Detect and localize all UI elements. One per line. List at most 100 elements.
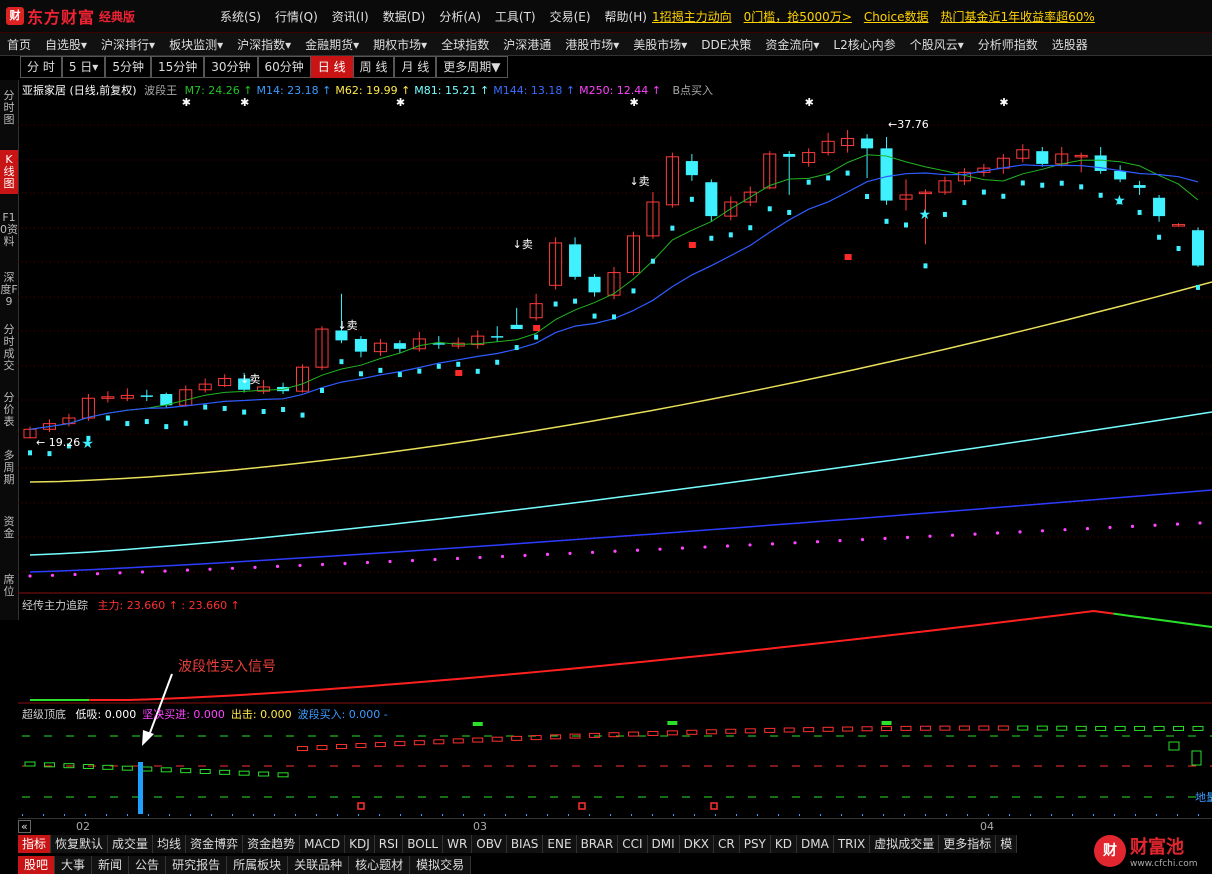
step-box	[803, 727, 815, 733]
indicator-tab-23[interactable]: 虚拟成交量	[870, 835, 940, 853]
signal-dot	[787, 209, 792, 215]
indicator-tab-12[interactable]: BIAS	[507, 835, 544, 853]
step-box	[141, 766, 153, 772]
high-price-label: ←37.76	[888, 118, 929, 131]
top-marker	[472, 722, 483, 726]
indicator-tab-2[interactable]: 成交量	[108, 835, 154, 853]
ma250-dot	[815, 540, 820, 544]
candle	[783, 154, 796, 157]
indicator-tab-24[interactable]: 更多指标	[939, 835, 997, 853]
indicator-tab-16[interactable]: DMI	[648, 835, 680, 853]
candle	[861, 138, 874, 149]
stock-title: 亚振家居 (日线,前复权)	[22, 84, 137, 97]
indicator-tab-1[interactable]: 恢复默认	[51, 835, 109, 853]
indicator-tab-0[interactable]: 指标	[18, 835, 52, 853]
chart-header: 亚振家居 (日线,前复权) 波段王 M7: 24.26 ↑ M14: 23.18 …	[22, 82, 717, 98]
step-box	[394, 741, 406, 747]
info-tab-1[interactable]: 大事	[55, 856, 93, 874]
ma250-dot	[1153, 523, 1157, 527]
signal-dot	[631, 288, 636, 294]
indicator-tab-13[interactable]: ENE	[543, 835, 577, 853]
indicator-tab-6[interactable]: MACD	[300, 835, 346, 853]
candle	[1133, 185, 1146, 188]
step-box	[1075, 725, 1087, 731]
bottom-marker	[357, 802, 365, 810]
info-tab-5[interactable]: 所属板块	[227, 856, 289, 874]
indicator-tab-20[interactable]: KD	[771, 835, 797, 853]
kline-chart[interactable]: ★★★✱ ✱ ✱ ✱ ✱ ✱↓卖↓卖↓卖↓卖← 19.26←37.76地量	[0, 0, 1212, 874]
indicator-tab-25[interactable]: 模	[996, 835, 1018, 853]
signal-dot	[320, 388, 324, 393]
flag-icon	[455, 370, 463, 376]
step-box	[433, 739, 445, 745]
info-tab-4[interactable]: 研究报告	[166, 856, 228, 874]
indicator-tab-17[interactable]: DKX	[680, 835, 714, 853]
indicator-tab-18[interactable]: CR	[714, 835, 740, 853]
indicator-tab-22[interactable]: TRIX	[834, 835, 871, 853]
sell-label: ↓卖	[337, 319, 357, 332]
signal-dot	[144, 419, 149, 425]
step-box	[1192, 725, 1204, 731]
scroll-left-icon[interactable]: «	[18, 820, 31, 833]
signal-dot	[748, 225, 753, 231]
indicator-tab-3[interactable]: 均线	[153, 835, 187, 853]
info-tab-8[interactable]: 模拟交易	[410, 856, 472, 874]
ma250-dot	[1040, 529, 1045, 533]
step-box	[491, 736, 503, 742]
indicator-tabs: 指标 恢复默认 成交量 均线 资金博弈 资金趋势 MACD KDJ RSI BOLL WR OBV BI…	[18, 835, 1018, 853]
indicator-tab-11[interactable]: OBV	[472, 835, 507, 853]
indicator2-header: 超级顶底 低吸: 0.000 坚决买进: 0.000 出击: 0.000 波段买入: …	[22, 706, 388, 722]
indicator-tab-9[interactable]: BOLL	[403, 835, 444, 853]
b-point-label: B点买入	[672, 84, 714, 97]
bottom-marker	[710, 802, 718, 810]
ma250-dot	[185, 568, 190, 572]
ma250-dot	[50, 573, 55, 577]
step-box	[861, 726, 873, 732]
step-box	[1095, 725, 1107, 731]
step-box	[335, 744, 347, 750]
indicator2-item-1: 坚决买进: 0.000	[142, 708, 225, 721]
info-tab-2[interactable]: 新闻	[92, 856, 130, 874]
indicator-tab-14[interactable]: BRAR	[577, 835, 619, 853]
info-tab-0[interactable]: 股吧	[18, 856, 56, 874]
candle	[685, 161, 698, 176]
signal-dot	[553, 301, 558, 307]
info-tab-6[interactable]: 关联品种	[288, 856, 350, 874]
ma250-dot	[275, 564, 280, 569]
info-tab-3[interactable]: 公告	[129, 856, 167, 874]
signal-dot	[105, 415, 110, 421]
watermark-logo-icon: 财	[1094, 835, 1126, 867]
asterisk-icon: ✱	[999, 96, 1008, 109]
indicator-tab-10[interactable]: WR	[443, 835, 473, 853]
ma250-dot	[28, 574, 32, 578]
signal-dot	[222, 405, 227, 411]
ma250-dot	[253, 565, 257, 569]
watermark: 财 财富池 www.cfchi.com	[1094, 828, 1212, 874]
info-tab-7[interactable]: 核心题材	[349, 856, 411, 874]
watermark-url: www.cfchi.com	[1130, 859, 1198, 869]
signal-dot	[1098, 192, 1103, 198]
signal-dot	[1020, 180, 1025, 186]
step-box	[686, 729, 698, 735]
signal-dot	[845, 170, 850, 176]
indicator-tab-19[interactable]: PSY	[740, 835, 771, 853]
ma250-dot	[973, 532, 977, 536]
indicator-tab-5[interactable]: 资金趋势	[243, 835, 301, 853]
flag-icon	[533, 325, 541, 331]
indicator-tab-4[interactable]: 资金博弈	[186, 835, 244, 853]
indicator-tab-8[interactable]: RSI	[375, 835, 404, 853]
signal-dot	[1059, 180, 1064, 186]
step-box	[1191, 750, 1202, 766]
signal-dot	[962, 200, 967, 206]
indicator-tab-21[interactable]: DMA	[797, 835, 834, 853]
indicator-name: 波段王	[144, 84, 178, 97]
step-box	[842, 726, 854, 732]
indicator-tab-15[interactable]: CCI	[618, 835, 648, 853]
indicator-tab-7[interactable]: KDJ	[345, 835, 375, 853]
ma250-dot	[883, 536, 887, 541]
ma250-dot	[905, 535, 910, 539]
candle	[1191, 230, 1205, 266]
ma250-dot	[635, 548, 640, 552]
candle	[393, 343, 406, 349]
signal-dot	[806, 179, 811, 185]
